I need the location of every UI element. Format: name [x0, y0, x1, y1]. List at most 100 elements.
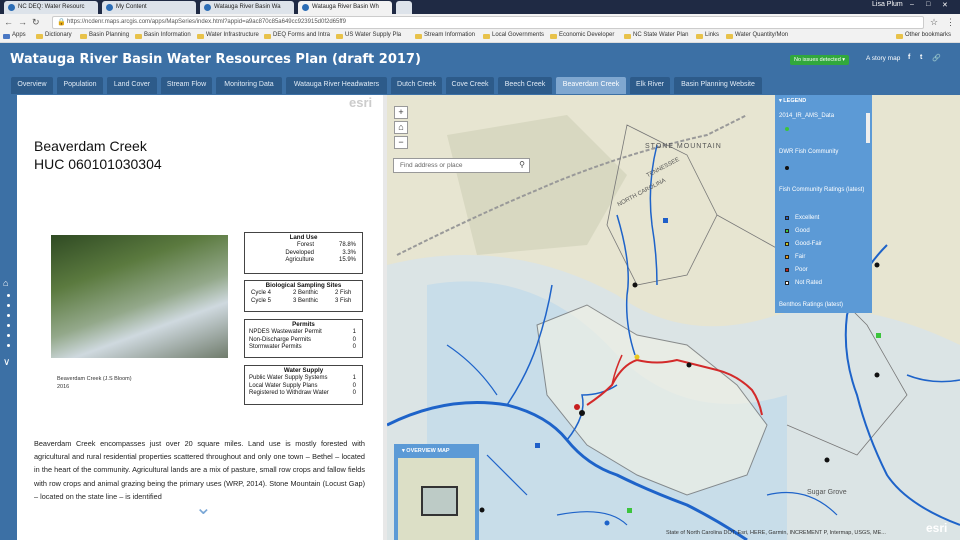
nav-dot[interactable] [7, 304, 10, 307]
tab-cove-creek[interactable]: Cove Creek [446, 77, 494, 94]
bookmark-item[interactable]: US Water Supply Pla [336, 32, 401, 39]
bookmark-item[interactable]: Water Quantity/Mon [726, 32, 788, 39]
esri-map-logo: esri [926, 521, 948, 535]
tab-dutch-creek[interactable]: Dutch Creek [391, 77, 442, 94]
forward-icon[interactable]: → [18, 17, 27, 27]
folder-icon [896, 34, 903, 39]
tab-population[interactable]: Population [57, 77, 103, 94]
bookmark-star-icon[interactable]: ☆ [930, 17, 938, 28]
chevron-down-icon[interactable]: ∨ [3, 357, 10, 368]
nav-dot[interactable] [7, 294, 10, 297]
bookmark-item[interactable]: Economic Developer [550, 32, 614, 39]
browser-tab[interactable]: My Content [102, 1, 196, 14]
map-legend: ▾ LEGEND 2014_IR_AMS_Data DWR Fish Commu… [775, 95, 872, 313]
bookmark-item[interactable]: Dictionary [36, 32, 72, 39]
nav-dot[interactable] [7, 344, 10, 347]
facebook-icon[interactable]: f [908, 54, 910, 61]
bookmark-item[interactable]: Stream Information [415, 32, 475, 39]
tab-overview[interactable]: Overview [11, 77, 53, 94]
close-icon[interactable]: ✕ [942, 1, 948, 9]
url-input[interactable]: 🔒 https://ncdenr.maps.arcgis.com/apps/Ma… [52, 16, 924, 29]
home-extent-button[interactable]: ⌂ [394, 121, 408, 134]
minimize-icon[interactable]: – [910, 1, 914, 8]
bookmark-item[interactable]: Links [696, 32, 719, 39]
zoom-in-button[interactable]: + [394, 106, 408, 119]
legend-swatch-good-fair [785, 242, 789, 246]
legend-scrollbar[interactable] [866, 113, 870, 143]
creek-photo [51, 235, 228, 358]
page-title: Watauga River Basin Water Resources Plan… [10, 52, 421, 67]
series-nav-strip: ⌂ ∨ [0, 95, 17, 540]
tab-stream-flow[interactable]: Stream Flow [161, 77, 212, 94]
water-supply-table: Water Supply Public Water Supply Systems… [244, 365, 363, 405]
overview-toggle[interactable]: ▾ OVERVIEW MAP [402, 448, 450, 454]
bookmark-item[interactable]: DEQ Forms and Intra [264, 32, 330, 39]
nav-dot[interactable] [7, 324, 10, 327]
window-user-name: Lisa Plum [872, 1, 903, 8]
folder-icon [550, 34, 557, 39]
status-badge[interactable]: No issues detected ▾ [790, 55, 850, 65]
home-icon[interactable]: ⌂ [3, 278, 8, 288]
esri-logo: esri [349, 95, 373, 110]
twitter-icon[interactable]: t [920, 54, 922, 61]
bookmark-item[interactable]: Basin Planning [80, 32, 129, 39]
legend-toggle[interactable]: ▾ LEGEND [779, 98, 806, 104]
map-search-input[interactable]: Find address or place [393, 158, 530, 173]
photo-caption: Beaverdam Creek (J.S Bloom) 2016 [57, 376, 132, 390]
map-label: Sugar Grove [807, 489, 847, 496]
address-bar-row: ← → ↻ 🔒 https://ncdenr.maps.arcgis.com/a… [0, 14, 960, 31]
tab-beaverdam-creek[interactable]: Beaverdam Creek [556, 77, 626, 94]
apps-shortcut[interactable]: Apps [3, 32, 26, 39]
site-favicon-icon [204, 4, 211, 11]
folder-icon [80, 34, 87, 39]
site-favicon-icon [106, 4, 113, 11]
link-icon[interactable]: 🔗 [932, 54, 941, 62]
permits-table: Permits NPDES Wastewater Permit 1 Non-Dis… [244, 319, 363, 358]
zoom-out-button[interactable]: − [394, 136, 408, 149]
scroll-down-chevron-icon[interactable]: ⌄ [195, 495, 212, 520]
tab-monitoring-data[interactable]: Monitoring Data [216, 77, 282, 94]
tab-beech-creek[interactable]: Beech Creek [498, 77, 552, 94]
legend-swatch-excellent [785, 216, 789, 220]
bookmark-item[interactable]: Basin Information [135, 32, 191, 39]
folder-icon [696, 34, 703, 39]
bookmark-item[interactable]: Water Infrastructure [197, 32, 259, 39]
legend-symbol [785, 166, 789, 170]
overview-map-canvas[interactable] [398, 458, 475, 540]
folder-icon [415, 34, 422, 39]
land-use-table: Land Use Forest 78.8% Developed 3.3% Agric… [244, 232, 363, 274]
browser-tab-active[interactable]: Watauga River Basin Wh [298, 1, 392, 14]
overview-extent-box[interactable] [421, 486, 458, 516]
browser-tab[interactable]: NC DEQ: Water Resourc [4, 1, 98, 14]
tab-elk-river[interactable]: Elk River [630, 77, 670, 94]
bookmark-item[interactable]: Local Governments [483, 32, 544, 39]
legend-swatch-not-rated [785, 281, 789, 285]
map-attribution: State of North Carolina DOT, Esri, HERE,… [666, 530, 886, 536]
overview-map: ▾ OVERVIEW MAP [394, 444, 479, 540]
folder-icon [336, 34, 343, 39]
nav-dot[interactable] [7, 334, 10, 337]
tab-watauga-river-headwaters[interactable]: Watauga River Headwaters [286, 77, 387, 94]
legend-swatch-good [785, 229, 789, 233]
nav-dot[interactable] [7, 314, 10, 317]
menu-icon[interactable]: ⋮ [946, 17, 955, 28]
tab-land-cover[interactable]: Land Cover [107, 77, 157, 94]
side-panel: esri Beaverdam Creek HUC 060101030304 Be… [17, 95, 383, 540]
bookmark-item[interactable]: NC State Water Plan [624, 32, 688, 39]
site-favicon-icon [8, 4, 15, 11]
other-bookmarks[interactable]: Other bookmarks [896, 32, 951, 39]
site-favicon-icon [302, 4, 309, 11]
folder-icon [264, 34, 271, 39]
reload-icon[interactable]: ↻ [32, 17, 40, 28]
browser-tab-strip: NC DEQ: Water Resourc My Content Watauga… [0, 0, 960, 14]
maximize-icon[interactable]: □ [926, 1, 930, 8]
legend-swatch-poor [785, 268, 789, 272]
legend-symbol [785, 127, 789, 131]
tab-basin-planning-website[interactable]: Basin Planning Website [674, 77, 762, 94]
back-icon[interactable]: ← [4, 17, 13, 27]
story-map-link[interactable]: A story map [866, 55, 900, 62]
browser-tab[interactable]: Watauga River Basin Wa [200, 1, 294, 14]
folder-icon [36, 34, 43, 39]
search-icon[interactable]: ⚲ [514, 158, 530, 173]
new-tab-button[interactable] [396, 1, 412, 14]
